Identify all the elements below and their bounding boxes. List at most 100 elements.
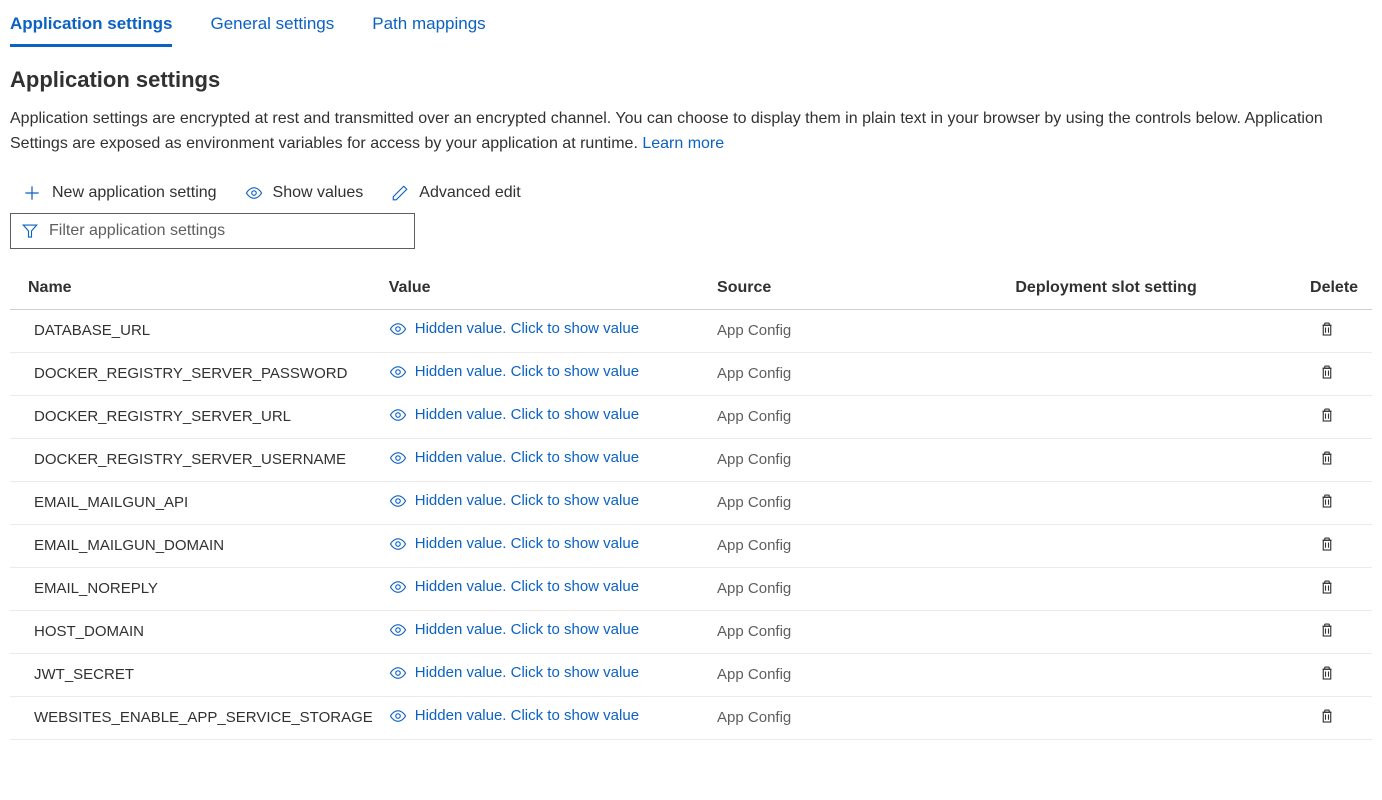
eye-icon [389, 320, 407, 338]
delete-cell [1302, 696, 1372, 739]
learn-more-link[interactable]: Learn more [642, 135, 724, 152]
column-header-slot[interactable]: Deployment slot setting [1007, 269, 1302, 310]
setting-source: App Config [709, 610, 1007, 653]
table-row: WEBSITES_ENABLE_APP_SERVICE_STORAGE Hidde… [10, 696, 1372, 739]
setting-name[interactable]: DATABASE_URL [10, 309, 381, 352]
pencil-icon [391, 184, 409, 202]
show-value-link[interactable]: Hidden value. Click to show value [389, 406, 639, 424]
setting-name[interactable]: WEBSITES_ENABLE_APP_SERVICE_STORAGE [10, 696, 381, 739]
delete-button[interactable] [1310, 406, 1336, 424]
delete-button[interactable] [1310, 449, 1336, 467]
column-header-name[interactable]: Name [10, 269, 381, 310]
eye-icon [389, 707, 407, 725]
trash-icon [1318, 621, 1336, 639]
show-values-label: Show values [273, 184, 364, 202]
setting-value-cell: Hidden value. Click to show value [381, 610, 709, 653]
table-row: DOCKER_REGISTRY_SERVER_URL Hidden value. … [10, 395, 1372, 438]
eye-icon [389, 664, 407, 682]
settings-table: Name Value Source Deployment slot settin… [10, 269, 1372, 740]
eye-icon [389, 535, 407, 553]
setting-source: App Config [709, 309, 1007, 352]
advanced-edit-button[interactable]: Advanced edit [391, 184, 520, 202]
tab-general-settings[interactable]: General settings [210, 8, 334, 47]
new-setting-button[interactable]: New application setting [22, 183, 217, 203]
trash-icon [1318, 707, 1336, 725]
deployment-slot-cell [1007, 481, 1302, 524]
table-row: JWT_SECRET Hidden value. Click to show va… [10, 653, 1372, 696]
hidden-value-label: Hidden value. Click to show value [415, 535, 639, 552]
setting-value-cell: Hidden value. Click to show value [381, 567, 709, 610]
toolbar: New application setting Show values Adva… [10, 183, 1372, 203]
setting-name[interactable]: EMAIL_NOREPLY [10, 567, 381, 610]
setting-name[interactable]: EMAIL_MAILGUN_API [10, 481, 381, 524]
setting-value-cell: Hidden value. Click to show value [381, 395, 709, 438]
setting-name[interactable]: DOCKER_REGISTRY_SERVER_PASSWORD [10, 352, 381, 395]
trash-icon [1318, 535, 1336, 553]
delete-button[interactable] [1310, 664, 1336, 682]
deployment-slot-cell [1007, 653, 1302, 696]
show-value-link[interactable]: Hidden value. Click to show value [389, 492, 639, 510]
setting-source: App Config [709, 352, 1007, 395]
setting-name[interactable]: DOCKER_REGISTRY_SERVER_USERNAME [10, 438, 381, 481]
hidden-value-label: Hidden value. Click to show value [415, 449, 639, 466]
deployment-slot-cell [1007, 610, 1302, 653]
hidden-value-label: Hidden value. Click to show value [415, 363, 639, 380]
setting-source: App Config [709, 696, 1007, 739]
deployment-slot-cell [1007, 696, 1302, 739]
setting-source: App Config [709, 567, 1007, 610]
eye-icon [389, 492, 407, 510]
show-value-link[interactable]: Hidden value. Click to show value [389, 535, 639, 553]
delete-button[interactable] [1310, 578, 1336, 596]
setting-name[interactable]: EMAIL_MAILGUN_DOMAIN [10, 524, 381, 567]
show-value-link[interactable]: Hidden value. Click to show value [389, 320, 639, 338]
eye-icon [389, 363, 407, 381]
trash-icon [1318, 406, 1336, 424]
hidden-value-label: Hidden value. Click to show value [415, 578, 639, 595]
eye-icon [389, 578, 407, 596]
delete-button[interactable] [1310, 621, 1336, 639]
delete-button[interactable] [1310, 363, 1336, 381]
show-value-link[interactable]: Hidden value. Click to show value [389, 664, 639, 682]
setting-name[interactable]: JWT_SECRET [10, 653, 381, 696]
show-values-button[interactable]: Show values [245, 184, 364, 202]
new-setting-label: New application setting [52, 184, 217, 202]
column-header-source[interactable]: Source [709, 269, 1007, 310]
hidden-value-label: Hidden value. Click to show value [415, 406, 639, 423]
tab-path-mappings[interactable]: Path mappings [372, 8, 485, 47]
setting-name[interactable]: HOST_DOMAIN [10, 610, 381, 653]
deployment-slot-cell [1007, 438, 1302, 481]
show-value-link[interactable]: Hidden value. Click to show value [389, 363, 639, 381]
tab-application-settings[interactable]: Application settings [10, 8, 172, 47]
hidden-value-label: Hidden value. Click to show value [415, 707, 639, 724]
table-row: DOCKER_REGISTRY_SERVER_PASSWORD Hidden va… [10, 352, 1372, 395]
delete-button[interactable] [1310, 707, 1336, 725]
show-value-link[interactable]: Hidden value. Click to show value [389, 707, 639, 725]
advanced-edit-label: Advanced edit [419, 184, 520, 202]
delete-cell [1302, 438, 1372, 481]
delete-cell [1302, 653, 1372, 696]
table-row: EMAIL_MAILGUN_DOMAIN Hidden value. Click … [10, 524, 1372, 567]
setting-name[interactable]: DOCKER_REGISTRY_SERVER_URL [10, 395, 381, 438]
section-title: Application settings [10, 67, 1372, 93]
eye-icon [389, 449, 407, 467]
delete-button[interactable] [1310, 320, 1336, 338]
hidden-value-label: Hidden value. Click to show value [415, 621, 639, 638]
setting-value-cell: Hidden value. Click to show value [381, 309, 709, 352]
delete-button[interactable] [1310, 535, 1336, 553]
deployment-slot-cell [1007, 567, 1302, 610]
setting-value-cell: Hidden value. Click to show value [381, 524, 709, 567]
show-value-link[interactable]: Hidden value. Click to show value [389, 578, 639, 596]
column-header-value[interactable]: Value [381, 269, 709, 310]
trash-icon [1318, 363, 1336, 381]
hidden-value-label: Hidden value. Click to show value [415, 320, 639, 337]
show-value-link[interactable]: Hidden value. Click to show value [389, 621, 639, 639]
delete-button[interactable] [1310, 492, 1336, 510]
tab-bar: Application settings General settings Pa… [10, 8, 1372, 47]
filter-container[interactable] [10, 213, 415, 249]
filter-input[interactable] [49, 222, 404, 240]
filter-icon [21, 222, 39, 240]
setting-source: App Config [709, 524, 1007, 567]
setting-value-cell: Hidden value. Click to show value [381, 352, 709, 395]
trash-icon [1318, 664, 1336, 682]
show-value-link[interactable]: Hidden value. Click to show value [389, 449, 639, 467]
